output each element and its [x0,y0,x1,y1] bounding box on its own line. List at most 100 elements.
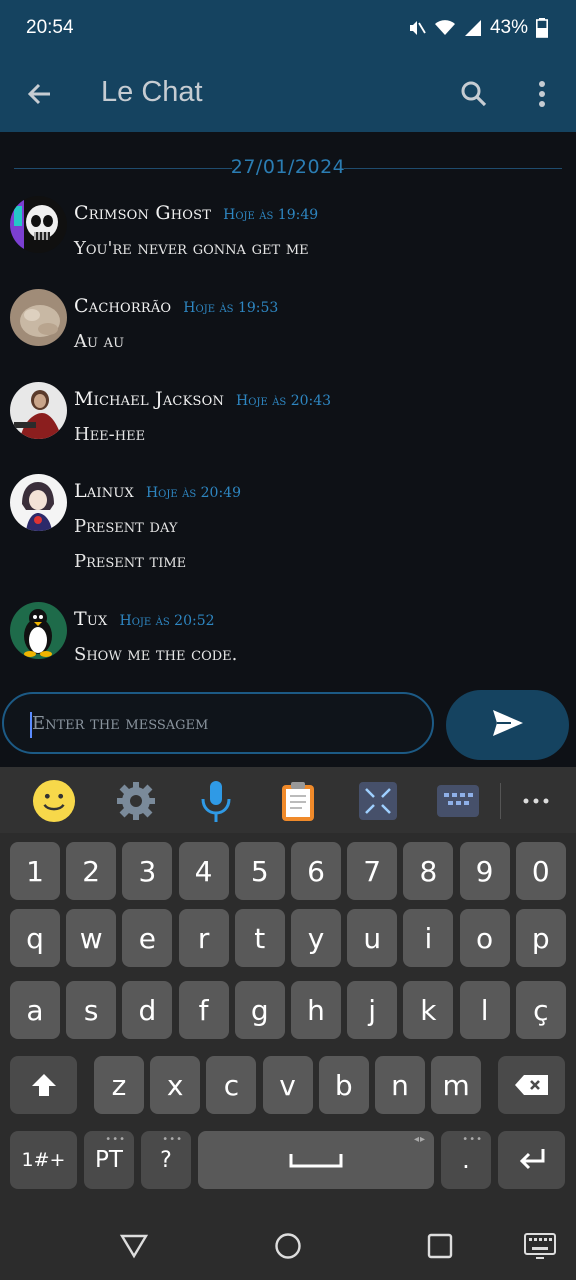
letter-key[interactable]: c [206,1056,257,1114]
more-vert-icon[interactable] [528,78,556,110]
symbols-key-label: 1#+ [21,1149,66,1171]
number-key[interactable]: 7 [347,842,398,900]
avatar[interactable] [10,382,67,439]
message-item: Cachorrão Hoje às 19:53 Au au [10,289,570,369]
shift-key[interactable] [10,1056,77,1114]
letter-key[interactable]: o [459,909,510,967]
period-key-label: . [462,1146,470,1174]
message-header: Tux Hoje às 20:52 [74,608,215,630]
home-circle-icon[interactable] [268,1230,308,1262]
message-author: Michael Jackson [74,388,225,410]
letter-key[interactable]: b [318,1056,369,1114]
number-key[interactable]: 9 [459,842,510,900]
letter-key[interactable]: q [10,909,60,967]
letter-key[interactable]: p [515,909,566,967]
message-time: Hoje às 20:43 [236,393,332,409]
number-key[interactable]: 8 [403,842,454,900]
letter-key[interactable]: z [94,1056,144,1114]
letter-key[interactable]: v [262,1056,313,1114]
clipboard-icon[interactable] [276,779,320,823]
message-time: Hoje às 20:52 [119,613,215,629]
letter-key[interactable]: y [291,909,341,967]
keyboard-toolbar [0,767,576,833]
letter-key[interactable]: ç [515,981,566,1039]
number-key[interactable]: 0 [515,842,566,900]
letter-key[interactable]: k [403,981,454,1039]
message-input[interactable]: Enter the messagem [2,692,434,754]
message-author: Lainux [74,480,134,502]
app-bar: Le Chat [0,56,576,132]
question-key[interactable]: ••• ? [141,1131,191,1189]
message-header: Crimson Ghost Hoje às 19:49 [74,202,318,224]
toolbar-divider [500,783,501,819]
message-text: You're never gonna get me [74,238,309,259]
avatar[interactable] [10,196,67,253]
keyboard-switch-icon[interactable] [520,1230,560,1262]
message-text: Hee-hee [74,424,146,445]
letter-key[interactable]: x [150,1056,201,1114]
avatar[interactable] [10,602,67,659]
letter-key[interactable]: w [66,909,117,967]
letter-key[interactable]: s [66,981,117,1039]
resize-icon[interactable] [356,779,400,823]
letter-key[interactable]: m [431,1056,482,1114]
message-time: Hoje às 19:53 [183,300,279,316]
avatar[interactable] [10,289,67,346]
letter-key[interactable]: f [178,981,229,1039]
language-key[interactable]: ••• PT [84,1131,134,1189]
mic-icon[interactable] [194,779,238,823]
key-hint-dots: ••• [105,1134,126,1145]
recents-square-icon[interactable] [420,1230,460,1262]
message-author: Crimson Ghost [74,202,212,224]
space-key[interactable]: ◂▸ [198,1131,434,1189]
back-arrow-icon[interactable] [24,78,56,110]
message-time: Hoje às 19:49 [223,207,319,223]
letter-key[interactable]: t [234,909,285,967]
letter-key[interactable]: e [122,909,173,967]
more-icon[interactable] [514,779,558,823]
navigation-bar [0,1210,576,1280]
number-key[interactable]: 2 [66,842,117,900]
number-key[interactable]: 3 [122,842,173,900]
letter-key[interactable]: u [347,909,398,967]
symbols-key[interactable]: 1#+ [10,1131,77,1189]
send-button[interactable] [446,690,569,760]
key-hint-dots: ••• [462,1134,483,1145]
keyboard-layout-icon[interactable] [436,779,480,823]
emoji-icon[interactable] [32,779,76,823]
enter-key[interactable] [498,1131,565,1189]
avatar[interactable] [10,474,67,531]
number-key[interactable]: 5 [234,842,285,900]
number-key[interactable]: 6 [291,842,341,900]
settings-icon[interactable] [114,779,158,823]
letter-key[interactable]: a [10,981,60,1039]
search-icon[interactable] [458,78,490,110]
backspace-key[interactable] [498,1056,565,1114]
status-icons: 43% [408,17,548,39]
number-key[interactable]: 4 [178,842,229,900]
question-key-label: ? [160,1147,172,1173]
language-key-label: PT [95,1147,123,1173]
message-author: Cachorrão [74,295,172,317]
letter-key[interactable]: l [459,981,510,1039]
chat-area[interactable]: 27/01/2024 Crimson Ghost Hoje às 19:49 Yo… [0,132,576,688]
send-icon [491,708,525,743]
soft-keyboard: 1234567890 qwertyuiop asdfghjklç zxcvbnm… [0,767,576,1210]
letter-key[interactable]: d [122,981,173,1039]
mute-icon [408,19,426,37]
letter-key[interactable]: g [234,981,285,1039]
status-time: 20:54 [26,17,74,38]
message-text: Present time [74,551,187,572]
battery-percent: 43% [489,17,528,38]
letter-key[interactable]: n [375,1056,425,1114]
message-header: Michael Jackson Hoje às 20:43 [74,388,331,410]
letter-key[interactable]: r [178,909,229,967]
letter-key[interactable]: i [403,909,454,967]
letter-key[interactable]: j [347,981,398,1039]
number-key[interactable]: 1 [10,842,60,900]
message-time: Hoje às 20:49 [145,485,241,501]
back-triangle-icon[interactable] [114,1230,154,1262]
message-item: Michael Jackson Hoje às 20:43 Hee-hee [10,382,570,462]
letter-key[interactable]: h [291,981,341,1039]
period-key[interactable]: ••• . [441,1131,491,1189]
